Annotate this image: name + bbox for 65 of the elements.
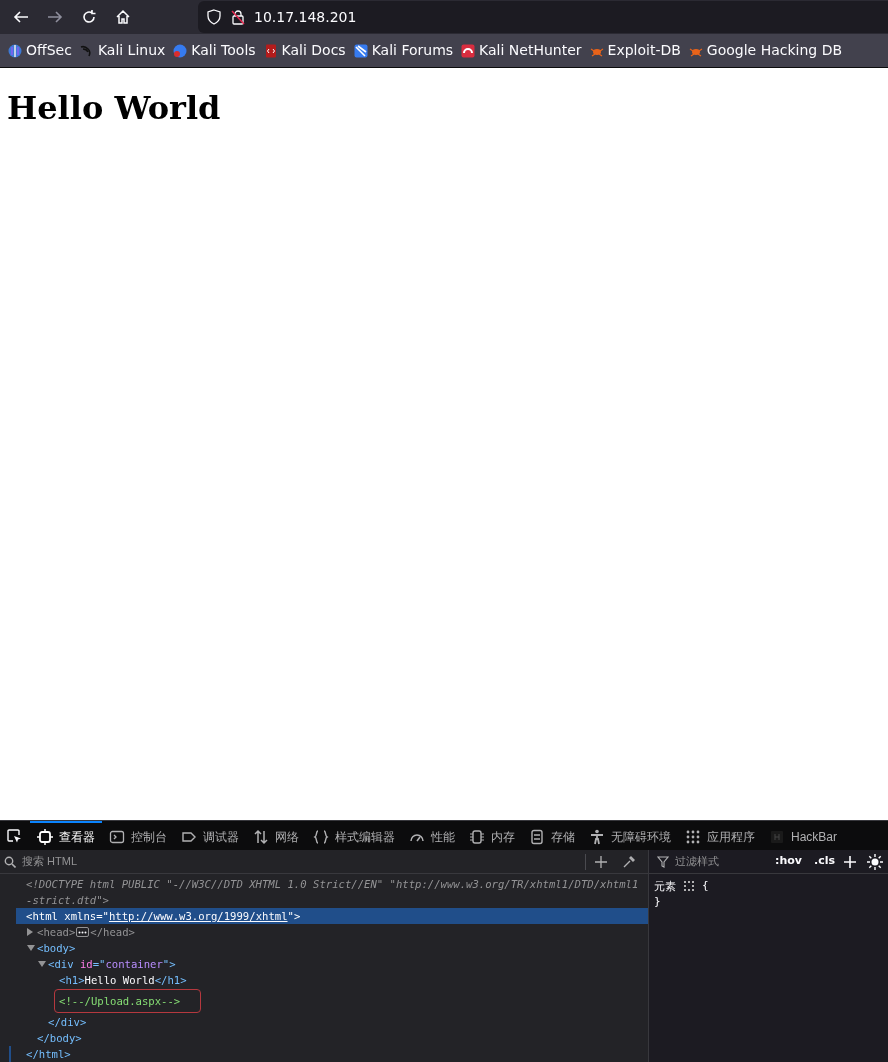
home-icon: [115, 9, 131, 25]
element-picker-icon[interactable]: [6, 827, 22, 844]
bookmark[interactable]: Kali Tools: [173, 40, 256, 61]
braces-icon: [313, 828, 329, 845]
highlighted-markup-line[interactable]: <!--/Upload.aspx-->: [55, 990, 201, 1012]
devtools-tab[interactable]: 样式编辑器: [306, 821, 402, 850]
markup-line[interactable]: </body>: [37, 1030, 82, 1046]
grid-icon: [685, 828, 701, 845]
open-brace: {: [702, 878, 709, 894]
lock-crossed-icon[interactable]: [230, 9, 246, 25]
ellipsis-badge-icon[interactable]: [76, 927, 90, 937]
chip-icon: [469, 828, 485, 845]
bookmark[interactable]: Exploit-DB: [589, 40, 681, 61]
person-icon: [589, 828, 605, 845]
devtools-tab[interactable]: HackBar: [762, 821, 844, 850]
close-brace: }: [654, 895, 661, 908]
selection-indicator: [9, 1046, 11, 1062]
devtools-tab[interactable]: 网络: [246, 821, 306, 850]
markup-line[interactable]: </html>: [26, 1046, 71, 1062]
square-icon: [769, 828, 785, 845]
shield-icon[interactable]: [206, 9, 222, 25]
devtools-tab[interactable]: 内存: [462, 821, 522, 850]
markup-line[interactable]: </head>: [90, 924, 135, 940]
cls-toggle[interactable]: .cls: [809, 853, 839, 870]
hov-toggle[interactable]: :hov: [771, 853, 806, 870]
bookmark[interactable]: Kali NetHunter: [461, 40, 582, 61]
sun-icon[interactable]: [867, 853, 883, 870]
markup-line[interactable]: <div id="container">: [48, 956, 176, 972]
up-down-arrows-icon: [253, 828, 269, 845]
markup-line[interactable]: <body>: [37, 940, 76, 956]
markup-line[interactable]: <head>: [37, 924, 76, 940]
terminal-icon: [109, 828, 125, 845]
devtools-tab[interactable]: 性能: [402, 821, 462, 850]
markup-line[interactable]: </div>: [48, 1014, 87, 1030]
reload-icon: [81, 9, 97, 25]
rule-selector: 元素: [654, 879, 676, 894]
markup-line[interactable]: <html xmlns="http://www.w3.org/1999/xhtml">: [26, 908, 301, 924]
url-text[interactable]: 10.17.148.201: [254, 6, 357, 28]
bookmark[interactable]: Kali Docs: [263, 40, 346, 61]
orb-icon: [8, 43, 22, 58]
markup-line[interactable]: <h1>Hello World</h1>: [59, 972, 187, 988]
address-bar[interactable]: 10.17.148.201: [198, 1, 888, 33]
devtools-tab[interactable]: 存储: [522, 821, 582, 850]
forward-icon: [47, 9, 63, 25]
storage-icon: [529, 828, 545, 845]
markup-line[interactable]: <!DOCTYPE html PUBLIC "-//W3C//DTD XHTML 1.0 Strict//EN" "http://www.w3.org/TR/xhtml1/DTD/xhtml1-strict.dtd">: [26, 876, 642, 908]
page-heading: Hello World: [7, 89, 222, 128]
add-icon[interactable]: [594, 854, 608, 869]
devtools-tab[interactable]: 调试器: [174, 821, 246, 850]
bookmark[interactable]: Kali Linux: [79, 40, 166, 61]
dotted-square-icon[interactable]: [684, 881, 694, 891]
book-icon: [263, 43, 278, 58]
devtools-tab[interactable]: 应用程序: [678, 821, 762, 850]
target-icon: [37, 828, 53, 845]
filter-field[interactable]: 过滤样式: [673, 852, 763, 871]
bookmark[interactable]: OffSec: [8, 40, 72, 61]
bookmark[interactable]: Google Hacking DB: [688, 40, 843, 61]
devtools-tab[interactable]: 控制台: [102, 821, 174, 850]
devtools-tab[interactable]: 无障碍环境: [582, 821, 678, 850]
search-field[interactable]: 搜索 HTML: [20, 852, 577, 871]
bookmark[interactable]: Kali Forums: [353, 40, 454, 61]
filter-icon: [657, 855, 669, 868]
selected-row[interactable]: <html xmlns="http://www.w3.org/1999/xhtml">: [16, 908, 648, 924]
search-icon: [4, 855, 16, 868]
back-icon: [13, 9, 29, 25]
